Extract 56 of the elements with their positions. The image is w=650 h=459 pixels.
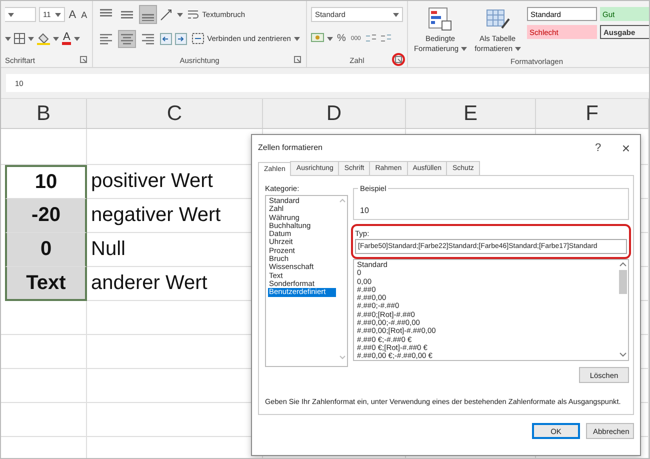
caret-icon[interactable] <box>460 47 467 51</box>
table-brush-icon <box>486 7 510 31</box>
empty-cell[interactable] <box>1 301 87 335</box>
caret-icon[interactable] <box>53 36 59 40</box>
column-header[interactable]: F <box>536 99 649 128</box>
wrap-icon <box>188 9 200 20</box>
table-rules-icon <box>428 7 452 31</box>
dialog-launcher-icon[interactable] <box>392 53 405 66</box>
table-cell: 0 <box>5 233 87 267</box>
increase-indent-icon[interactable] <box>175 32 188 44</box>
caret-icon[interactable] <box>28 36 34 40</box>
column-header[interactable]: B <box>1 99 87 128</box>
dialog-title: Zellen formatieren <box>258 143 324 152</box>
text-orientation-icon[interactable] <box>160 8 174 20</box>
table-cell: Text <box>5 267 87 301</box>
table-cell: 10 <box>5 165 87 199</box>
column-header[interactable]: E <box>406 99 536 128</box>
empty-cell[interactable] <box>1 403 87 437</box>
sample-value: 10 <box>360 206 369 215</box>
launcher-arrow-icon <box>294 56 301 63</box>
align-middle-icon[interactable] <box>121 8 134 21</box>
shrink-font-button[interactable]: A <box>80 10 88 20</box>
grow-font-button[interactable]: A <box>68 8 78 20</box>
caret-icon[interactable] <box>177 12 184 16</box>
font-color-button[interactable]: A <box>62 32 72 45</box>
caret-icon[interactable] <box>74 36 80 40</box>
caret-icon[interactable] <box>54 12 61 16</box>
table-cell: -20 <box>5 199 87 233</box>
caret-icon[interactable] <box>294 36 300 40</box>
help-button[interactable]: ? <box>584 140 612 154</box>
fill-bucket-icon[interactable] <box>37 32 50 44</box>
close-button[interactable]: × <box>612 138 640 156</box>
decrease-indent-icon[interactable] <box>160 32 172 44</box>
font-name-dropdown[interactable] <box>5 7 36 22</box>
caret-icon[interactable] <box>5 36 11 40</box>
align-right-icon[interactable] <box>142 32 154 44</box>
caret-icon[interactable] <box>8 12 14 16</box>
merge-cells-icon <box>192 33 204 44</box>
column-header[interactable]: D <box>263 99 406 128</box>
caret-icon[interactable] <box>392 12 399 16</box>
caret-icon[interactable] <box>514 47 521 51</box>
align-center-icon[interactable] <box>121 32 134 44</box>
column-header[interactable]: C <box>87 99 263 128</box>
percent-button[interactable]: % <box>336 33 347 44</box>
empty-cell[interactable] <box>1 369 87 403</box>
caret-icon[interactable] <box>326 36 333 40</box>
borders-icon[interactable] <box>14 33 25 44</box>
decrease-decimal-icon[interactable] <box>380 33 392 44</box>
align-left-icon[interactable] <box>100 32 112 44</box>
dialog-launcher-icon[interactable] <box>292 55 302 64</box>
launcher-arrow-icon <box>80 56 88 63</box>
currency-icon[interactable] <box>310 33 324 44</box>
empty-cell[interactable] <box>1 335 87 369</box>
launcher-arrow-icon <box>394 56 402 63</box>
dialog-launcher-icon[interactable] <box>79 55 88 64</box>
increase-decimal-icon[interactable] <box>364 33 377 44</box>
